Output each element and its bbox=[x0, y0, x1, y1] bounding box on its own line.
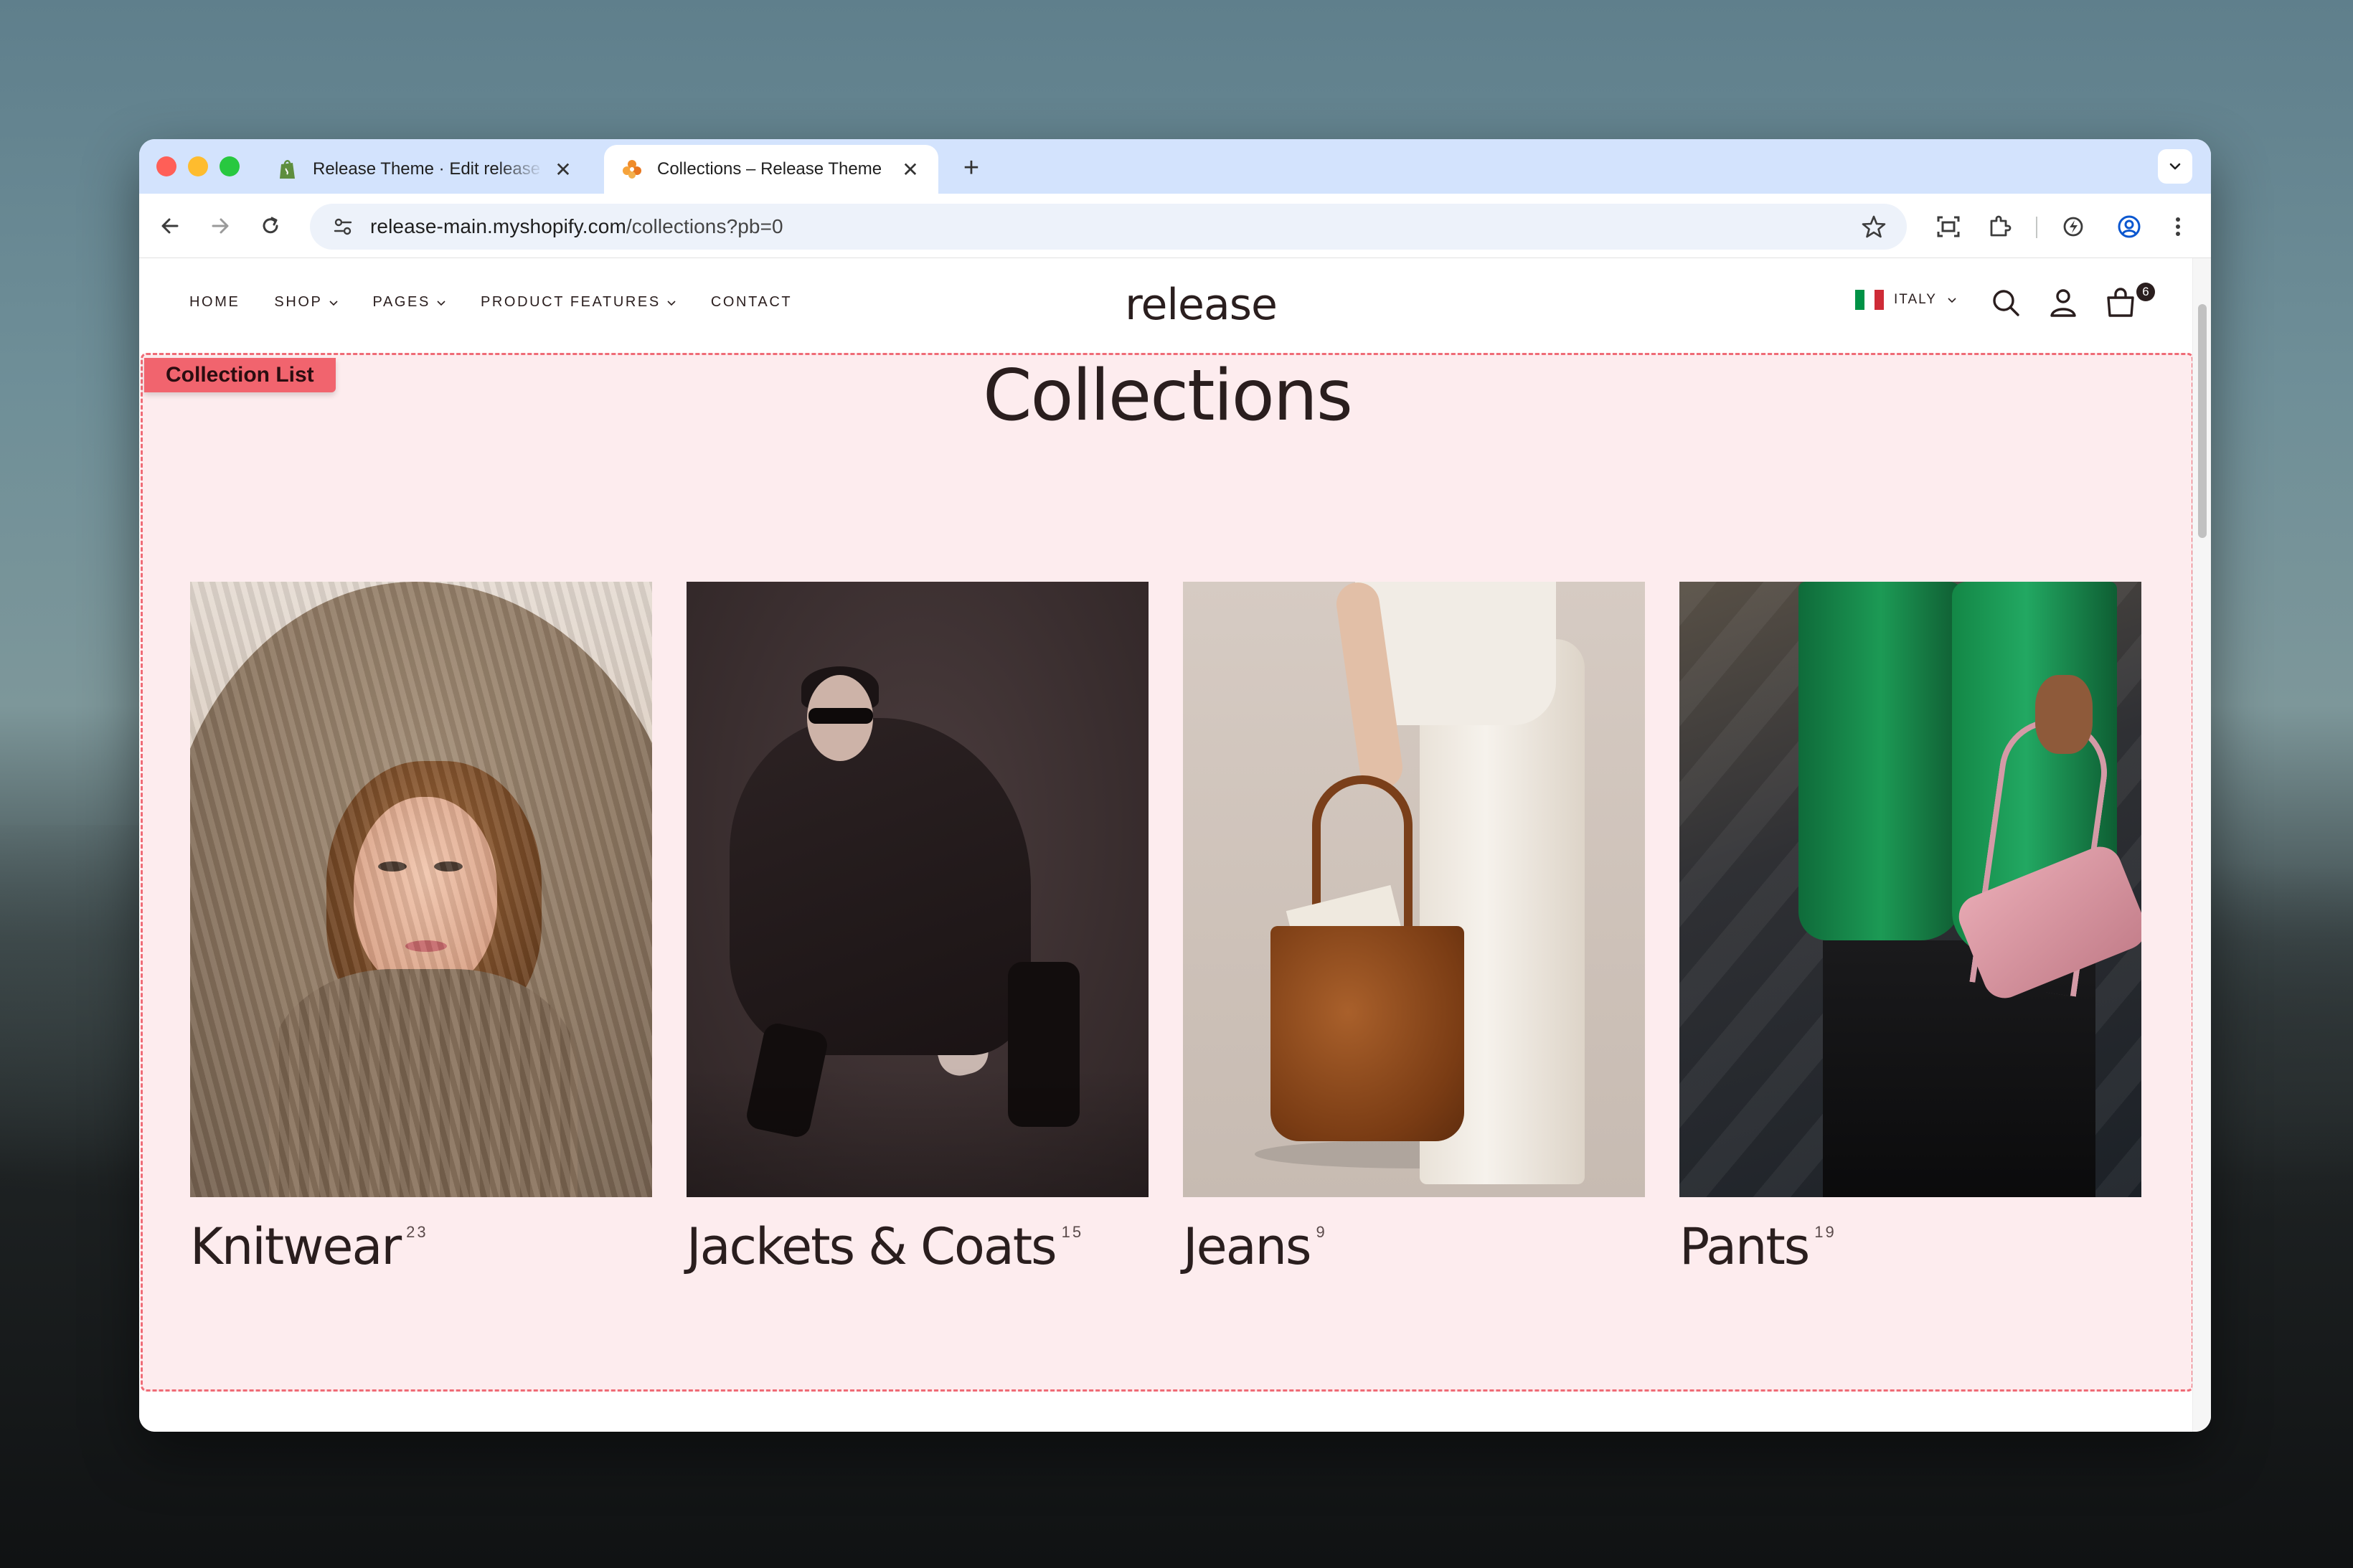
nav-home[interactable]: HOME bbox=[189, 294, 240, 311]
close-window-button[interactable] bbox=[156, 156, 176, 176]
page-scrollbar[interactable] bbox=[2192, 258, 2211, 1432]
browser-window: Release Theme · Edit release ✕ Collectio… bbox=[139, 139, 2211, 1432]
reload-icon bbox=[263, 217, 278, 234]
chevron-down-icon bbox=[437, 300, 445, 306]
main-navigation: HOME SHOP PAGES PRODUCT FEATURES CONTACT bbox=[189, 294, 792, 311]
collection-caption: Jeans 9 bbox=[1183, 1222, 1645, 1272]
tab-title: Collections – Release Theme bbox=[657, 159, 882, 179]
screenshot-icon[interactable] bbox=[1934, 212, 1963, 241]
extensions-icon[interactable] bbox=[1986, 212, 2014, 241]
collection-count: 15 bbox=[1061, 1223, 1084, 1241]
collection-caption: Pants 19 bbox=[1679, 1222, 2141, 1272]
site-logo[interactable]: release bbox=[1086, 280, 1316, 330]
chevron-down-icon bbox=[2169, 163, 2181, 170]
pants-image[interactable] bbox=[1679, 582, 2141, 1197]
bookmark-star-icon[interactable] bbox=[1861, 214, 1887, 240]
tab-title: Release Theme · Edit release bbox=[313, 159, 541, 179]
back-button[interactable] bbox=[154, 209, 187, 242]
new-tab-button[interactable]: + bbox=[956, 152, 987, 184]
tab-search-button[interactable] bbox=[2158, 149, 2192, 184]
cart-count-badge: 6 bbox=[2136, 283, 2155, 301]
maximize-window-button[interactable] bbox=[220, 156, 240, 176]
collection-name[interactable]: Knitwear bbox=[190, 1222, 402, 1272]
browser-menu-icon[interactable] bbox=[2164, 212, 2192, 241]
url-host: release-main.myshopify.com bbox=[370, 215, 626, 237]
reload-button[interactable] bbox=[254, 209, 287, 242]
nav-product-features[interactable]: PRODUCT FEATURES bbox=[481, 294, 676, 311]
nav-label: SHOP bbox=[274, 294, 323, 310]
collection-count: 23 bbox=[406, 1223, 428, 1241]
collection-name[interactable]: Jackets & Coats bbox=[687, 1222, 1057, 1272]
collection-name[interactable]: Pants bbox=[1679, 1222, 1810, 1272]
collection-name[interactable]: Jeans bbox=[1183, 1222, 1311, 1272]
arrow-right-icon bbox=[212, 218, 229, 234]
collection-count: 19 bbox=[1814, 1223, 1836, 1241]
extension-icon[interactable] bbox=[2059, 212, 2088, 241]
collection-card-jackets-coats[interactable]: Jackets & Coats 15 bbox=[687, 582, 1149, 1272]
collection-list-section: Collections Collection List Knitwear 23 … bbox=[141, 353, 2194, 1392]
chevron-down-icon bbox=[329, 300, 338, 306]
site-header: HOME SHOP PAGES PRODUCT FEATURES CONTACT bbox=[139, 258, 2192, 353]
nav-label: HOME bbox=[189, 294, 240, 310]
country-label: ITALY bbox=[1894, 292, 1937, 307]
jeans-image[interactable] bbox=[1183, 582, 1645, 1197]
arrow-left-icon bbox=[161, 218, 179, 234]
collection-card-pants[interactable]: Pants 19 bbox=[1679, 582, 2141, 1272]
page-viewport: HOME SHOP PAGES PRODUCT FEATURES CONTACT bbox=[139, 258, 2211, 1432]
address-bar[interactable]: release-main.myshopify.com/collections?p… bbox=[310, 204, 1907, 250]
collection-caption: Knitwear 23 bbox=[190, 1222, 652, 1272]
release-favicon-icon bbox=[621, 159, 643, 180]
collection-card-jeans[interactable]: Jeans 9 bbox=[1183, 582, 1645, 1272]
shopify-icon bbox=[277, 159, 298, 180]
italy-flag-icon bbox=[1855, 290, 1884, 310]
scrollbar-thumb[interactable] bbox=[2198, 304, 2207, 538]
knitwear-image[interactable] bbox=[190, 582, 652, 1197]
window-controls bbox=[156, 156, 240, 176]
nav-label: PRODUCT FEATURES bbox=[480, 294, 661, 310]
collection-card-knitwear[interactable]: Knitwear 23 bbox=[190, 582, 652, 1272]
jackets-coats-image[interactable] bbox=[687, 582, 1149, 1197]
search-icon[interactable] bbox=[1989, 285, 2023, 320]
url-text: release-main.myshopify.com/collections?p… bbox=[370, 215, 783, 238]
browser-toolbar: release-main.myshopify.com/collections?p… bbox=[139, 194, 2211, 258]
collection-caption: Jackets & Coats 15 bbox=[687, 1222, 1149, 1272]
close-tab-icon[interactable]: ✕ bbox=[900, 159, 921, 181]
nav-label: CONTACT bbox=[710, 294, 793, 310]
cart-icon[interactable] bbox=[2103, 285, 2138, 320]
tab-collections[interactable]: Collections – Release Theme ✕ bbox=[604, 145, 938, 194]
tab-release-theme-editor[interactable]: Release Theme · Edit release ✕ bbox=[260, 145, 591, 194]
account-icon[interactable] bbox=[2046, 285, 2080, 320]
nav-label: PAGES bbox=[372, 294, 430, 310]
chevron-down-icon bbox=[667, 300, 676, 306]
collection-count: 9 bbox=[1316, 1223, 1327, 1241]
nav-pages[interactable]: PAGES bbox=[373, 294, 446, 311]
site-info-icon[interactable] bbox=[321, 204, 364, 250]
page-title: Collections bbox=[983, 355, 1353, 437]
minimize-window-button[interactable] bbox=[188, 156, 208, 176]
tab-strip: Release Theme · Edit release ✕ Collectio… bbox=[139, 139, 2211, 194]
forward-button[interactable] bbox=[204, 209, 237, 242]
nav-shop[interactable]: SHOP bbox=[274, 294, 338, 311]
profile-icon[interactable] bbox=[2115, 212, 2144, 241]
close-tab-icon[interactable]: ✕ bbox=[552, 159, 574, 181]
chevron-down-icon bbox=[1948, 298, 1956, 303]
section-editor-tag[interactable]: Collection List bbox=[144, 358, 336, 392]
collection-grid: Knitwear 23 Jackets & Coats 15 Jeans 9 P… bbox=[190, 582, 2141, 1272]
nav-contact[interactable]: CONTACT bbox=[711, 294, 792, 311]
url-path: /collections?pb=0 bbox=[626, 215, 783, 237]
country-selector[interactable]: ITALY bbox=[1855, 290, 1957, 310]
toolbar-separator bbox=[2036, 217, 2037, 238]
